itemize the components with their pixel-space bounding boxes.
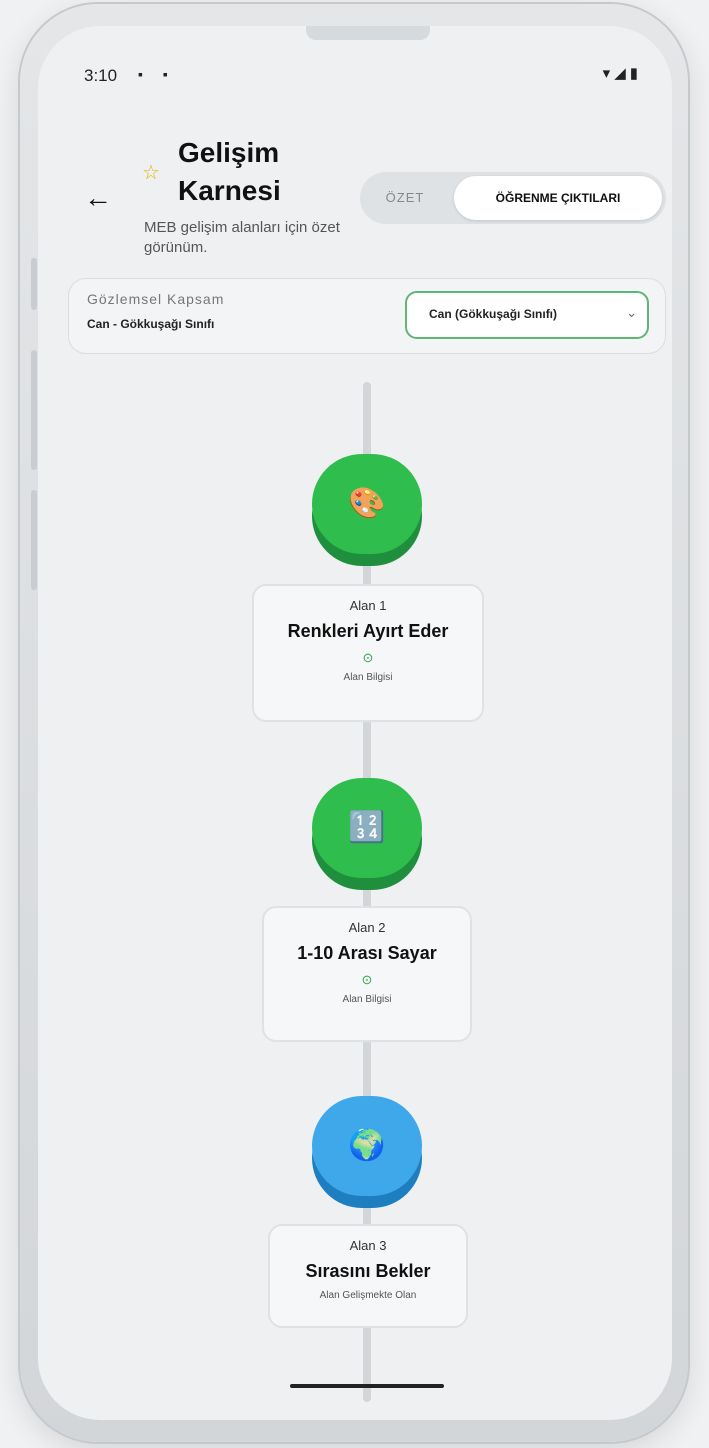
milestone-name: Sırasını Bekler [305,1261,431,1281]
student-select-value: Can (Gökkuşağı Sınıfı) [429,307,558,321]
volume-down-button [31,350,37,470]
power-button [31,490,37,590]
home-indicator[interactable] [290,1384,444,1388]
numbers-icon: 🔢 [348,811,386,844]
speaker [306,26,430,40]
milestone-card-1[interactable]: Alan 1 Renkleri Ayırt Eder ⊙ Alan Bilgis… [252,584,484,722]
milestone-card-2[interactable]: Alan 2 1-10 Arası Sayar ⊙ Alan Bilgisi [262,906,472,1042]
check-circle-icon: ⊙ [362,650,374,665]
view-toggle: ÖZET ÖĞRENME ÇIKTILARI [360,172,666,224]
milestone-status: Alan Bilgisi [343,672,393,683]
milestone-tag: Alan 1 [349,598,387,613]
milestone-name: 1-10 Arası Sayar [297,943,437,963]
star-icon: ☆ [142,162,160,184]
filter-label: Gözlemsel Kapsam [87,291,225,307]
tab-learning-outcomes[interactable]: ÖĞRENME ÇIKTILARI [454,176,662,220]
signal-battery-icons: ▾◢▮ [602,65,642,82]
milestone-node-2[interactable]: 🔢 [312,778,422,890]
milestone-node-3[interactable]: 🌍 [312,1096,422,1208]
screen: 3:10 ▪ ▪ ▾◢▮ ← ☆ Gelişim Karnesi MEB gel… [38,26,672,1420]
back-arrow-icon[interactable]: ← [84,182,112,214]
milestone-name: Renkleri Ayırt Eder [287,621,449,641]
check-circle-icon: ⊙ [361,972,373,987]
milestone-status: Alan Bilgisi [342,994,392,1005]
page-title: Gelişim Karnesi [178,137,281,206]
palette-icon: 🎨 [348,487,386,520]
notification-icons: ▪ ▪ [138,66,176,82]
milestone-status: Alan Gelişmekte Olan [319,1290,417,1301]
tab-summary[interactable]: ÖZET [360,172,450,224]
milestone-tag: Alan 2 [348,920,386,935]
page-subtitle: MEB gelişim alanları için özet görünüm. [144,219,340,256]
student-filter: Gözlemsel Kapsam Can - Gökkuşağı Sınıfı … [68,278,666,354]
status-time: 3:10 [84,66,118,85]
milestone-tag: Alan 3 [349,1238,387,1253]
chevron-down-icon: ⌄ [626,305,637,320]
milestone-card-3[interactable]: Alan 3 Sırasını Bekler Alan Gelişmekte O… [268,1224,468,1328]
milestone-node-1[interactable]: 🎨 [312,454,422,566]
volume-up-button [31,258,37,310]
filter-current-value: Can - Gökkuşağı Sınıfı [87,317,215,331]
globe-icon: 🌍 [348,1129,386,1162]
student-select[interactable]: Can (Gökkuşağı Sınıfı) ⌄ [405,291,649,339]
